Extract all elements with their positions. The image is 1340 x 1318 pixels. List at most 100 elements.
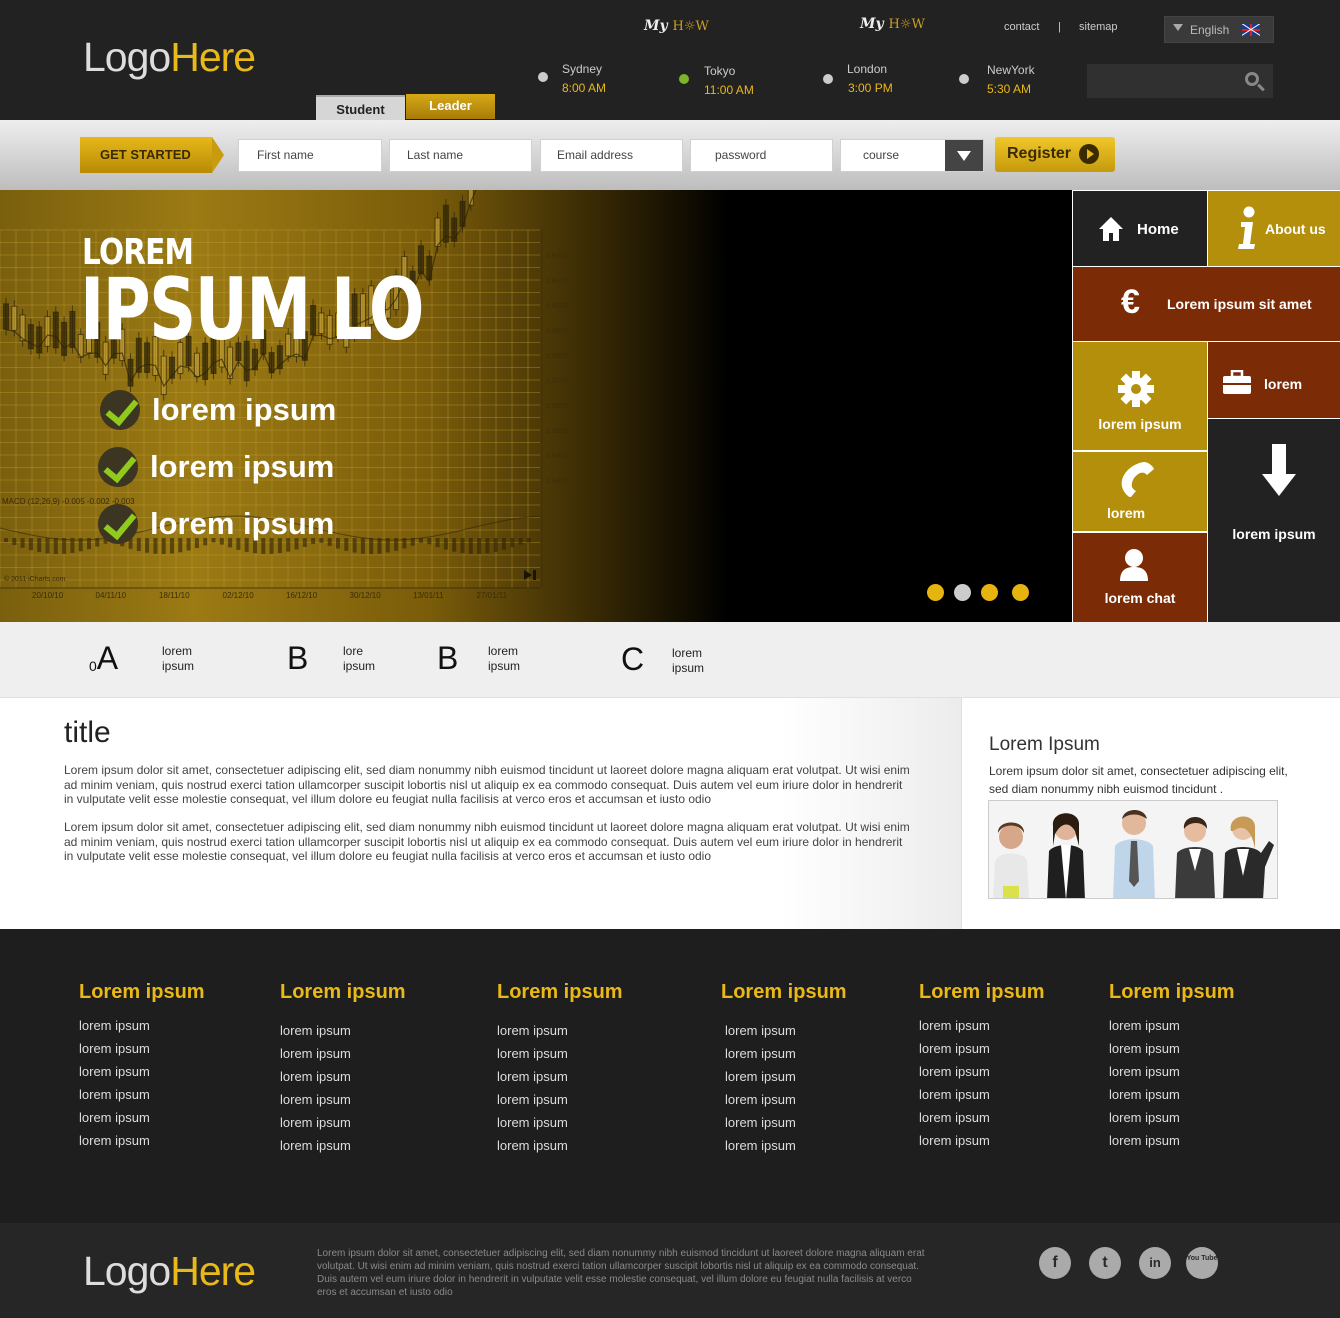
- last-name-field[interactable]: Last name: [389, 139, 532, 172]
- footer-link[interactable]: lorem ipsum: [497, 1069, 568, 1084]
- footer-link[interactable]: lorem ipsum: [1109, 1018, 1180, 1033]
- tile-about[interactable]: About us: [1208, 191, 1340, 266]
- content-shade: [780, 698, 961, 929]
- stat-text: lorem ipsum: [488, 644, 520, 674]
- status-dot-newyork: [959, 74, 969, 84]
- footer-link[interactable]: lorem ipsum: [919, 1133, 990, 1148]
- tile-euro[interactable]: € Lorem ipsum sit amet: [1073, 267, 1340, 341]
- footer-logo[interactable]: LogoHere: [83, 1248, 256, 1295]
- tile-home[interactable]: Home: [1073, 191, 1207, 266]
- footer-link[interactable]: lorem ipsum: [497, 1092, 568, 1107]
- tile-settings[interactable]: lorem ipsum: [1073, 342, 1207, 450]
- search-input[interactable]: [1093, 70, 1233, 92]
- tab-leader[interactable]: Leader: [406, 94, 495, 119]
- stat-letter: B: [287, 640, 309, 676]
- stat-text: lore ipsum: [343, 644, 375, 674]
- tile-briefcase[interactable]: lorem: [1208, 342, 1340, 418]
- footer-link[interactable]: lorem ipsum: [497, 1046, 568, 1061]
- footer-link[interactable]: lorem ipsum: [1109, 1087, 1180, 1102]
- tile-briefcase-label: lorem: [1264, 376, 1303, 392]
- footer-link[interactable]: lorem ipsum: [725, 1023, 796, 1038]
- footer-link[interactable]: lorem ipsum: [1109, 1064, 1180, 1079]
- footer-link[interactable]: lorem ipsum: [280, 1115, 351, 1130]
- play-icon[interactable]: [524, 570, 536, 580]
- slider-dot-1[interactable]: [927, 584, 944, 601]
- content-divider: [961, 698, 962, 929]
- euro-icon: €: [1121, 283, 1140, 321]
- footer-logo-text-here: Here: [170, 1248, 256, 1294]
- footer-link[interactable]: lorem ipsum: [725, 1092, 796, 1107]
- footer-link[interactable]: lorem ipsum: [919, 1041, 990, 1056]
- footer-link[interactable]: lorem ipsum: [919, 1064, 990, 1079]
- slider-dot-4[interactable]: [1012, 584, 1029, 601]
- slider-dot-3[interactable]: [981, 584, 998, 601]
- footer-link[interactable]: lorem ipsum: [725, 1069, 796, 1084]
- footer-link[interactable]: lorem ipsum: [919, 1087, 990, 1102]
- footer-link[interactable]: lorem ipsum: [497, 1115, 568, 1130]
- footer-link[interactable]: lorem ipsum: [79, 1064, 150, 1079]
- hero-check-text: lorem ipsum: [150, 449, 335, 484]
- arrow-down-icon: [1262, 444, 1296, 496]
- tile-chat[interactable]: lorem chat: [1073, 533, 1207, 622]
- youtube-icon[interactable]: You Tube: [1186, 1247, 1218, 1279]
- logo[interactable]: LogoHere: [83, 34, 256, 81]
- footer-link[interactable]: lorem ipsum: [280, 1069, 351, 1084]
- myhow-how-text: H☼W: [672, 19, 709, 34]
- chart-date-label: 16/12/10: [286, 591, 318, 600]
- get-started-label: GET STARTED: [80, 137, 212, 173]
- footer-link[interactable]: lorem ipsum: [280, 1138, 351, 1153]
- footer-link[interactable]: lorem ipsum: [79, 1133, 150, 1148]
- footer-link[interactable]: lorem ipsum: [1109, 1110, 1180, 1125]
- chart-price-label: 1.5500: [546, 428, 568, 435]
- tile-home-label: Home: [1137, 221, 1179, 238]
- footer-link[interactable]: lorem ipsum: [725, 1115, 796, 1130]
- tile-phone-label: lorem: [1106, 505, 1146, 521]
- footer-link[interactable]: lorem ipsum: [280, 1046, 351, 1061]
- linkedin-icon[interactable]: in: [1139, 1247, 1171, 1279]
- footer-link[interactable]: lorem ipsum: [497, 1138, 568, 1153]
- footer-link[interactable]: lorem ipsum: [919, 1018, 990, 1033]
- footer-link[interactable]: lorem ipsum: [725, 1138, 796, 1153]
- language-selector[interactable]: English: [1164, 16, 1274, 43]
- tile-download[interactable]: lorem ipsum: [1208, 419, 1340, 622]
- footer-link[interactable]: lorem ipsum: [1109, 1133, 1180, 1148]
- footer-link[interactable]: lorem ipsum: [280, 1023, 351, 1038]
- footer-link[interactable]: lorem ipsum: [79, 1110, 150, 1125]
- sitemap-link[interactable]: sitemap: [1079, 21, 1118, 33]
- contact-link[interactable]: contact: [1004, 21, 1039, 33]
- time-london: 3:00 PM: [848, 81, 893, 95]
- footer-link[interactable]: lorem ipsum: [79, 1018, 150, 1033]
- email-field[interactable]: Email address: [540, 139, 683, 172]
- twitter-icon[interactable]: t: [1089, 1247, 1121, 1279]
- uk-flag-icon: [1242, 24, 1260, 36]
- myhow-badge-1[interactable]: My H☼W: [644, 18, 709, 34]
- register-button[interactable]: Register: [995, 137, 1115, 172]
- search-icon[interactable]: [1245, 72, 1259, 86]
- chart-price-label: 1.6200: [546, 253, 568, 260]
- language-label: English: [1190, 23, 1230, 37]
- checkmark-icon: [98, 504, 138, 544]
- footer-heading: Lorem ipsum: [1109, 981, 1235, 1003]
- search-box[interactable]: [1087, 64, 1273, 98]
- chart-date-label: 04/11/10: [96, 591, 127, 600]
- tab-student[interactable]: Student: [316, 95, 405, 121]
- facebook-icon[interactable]: f: [1039, 1247, 1071, 1279]
- course-select[interactable]: course: [840, 139, 984, 172]
- side-text: Lorem ipsum dolor sit amet, consectetuer…: [989, 764, 1288, 796]
- tile-phone[interactable]: lorem: [1073, 452, 1207, 531]
- footer-link[interactable]: lorem ipsum: [919, 1110, 990, 1125]
- chart-price-label: 1.6100: [546, 278, 568, 285]
- myhow-badge-2[interactable]: My H☼W: [860, 16, 925, 32]
- footer-link[interactable]: lorem ipsum: [1109, 1041, 1180, 1056]
- course-dropdown-button[interactable]: [945, 140, 983, 171]
- footer-link[interactable]: lorem ipsum: [79, 1041, 150, 1056]
- password-field[interactable]: password: [690, 139, 833, 172]
- first-name-field[interactable]: First name: [238, 139, 382, 172]
- slider-dot-2[interactable]: [954, 584, 971, 601]
- chart-date-label: 27/01/11: [477, 591, 508, 600]
- footer-link[interactable]: lorem ipsum: [280, 1092, 351, 1107]
- footer-link[interactable]: lorem ipsum: [79, 1087, 150, 1102]
- footer-link[interactable]: lorem ipsum: [497, 1023, 568, 1038]
- footer-link[interactable]: lorem ipsum: [725, 1046, 796, 1061]
- status-dot-sydney: [538, 72, 548, 82]
